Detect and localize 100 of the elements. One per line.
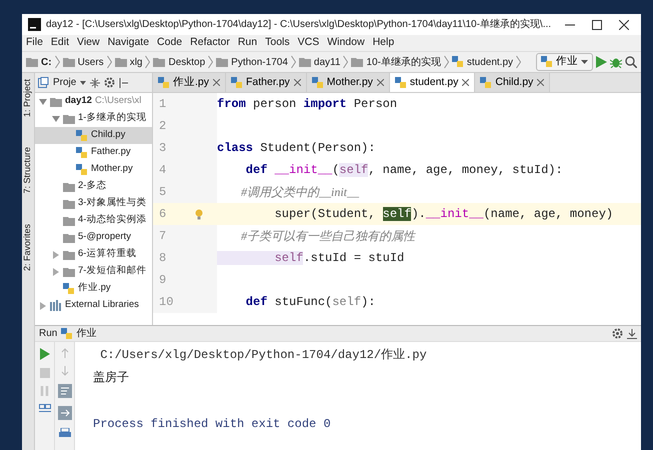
folder-icon bbox=[63, 232, 75, 244]
console-line: 盖房子 bbox=[93, 370, 130, 387]
editor-tab[interactable]: Mother.py bbox=[306, 73, 390, 92]
soft-wrap-icon[interactable] bbox=[58, 384, 72, 398]
code-line: super(Student, self).__init__(name, age, money) bbox=[274, 206, 614, 223]
folder-icon bbox=[63, 198, 75, 210]
code-line: from person import Person bbox=[217, 96, 398, 113]
collapsed-arrow-icon[interactable] bbox=[52, 268, 60, 276]
hide-panel-icon[interactable] bbox=[627, 328, 637, 338]
menu-item[interactable]: Help bbox=[372, 35, 394, 51]
folder-icon bbox=[63, 248, 75, 260]
bug-icon[interactable] bbox=[610, 56, 622, 68]
collapse-icon[interactable] bbox=[90, 78, 100, 88]
expanded-arrow-icon[interactable] bbox=[52, 114, 60, 122]
breadcrumb-item[interactable]: student.py bbox=[466, 54, 514, 70]
tool-window-tab[interactable]: 7: Structure bbox=[21, 147, 35, 194]
close-icon[interactable] bbox=[462, 79, 470, 86]
tree-label: 4-动态给实例添 bbox=[78, 213, 146, 228]
chevron-icon bbox=[106, 55, 112, 69]
gear-icon[interactable] bbox=[104, 77, 116, 88]
folder-icon bbox=[62, 56, 75, 68]
python-file-icon bbox=[76, 164, 88, 176]
editor-tab[interactable]: student.py bbox=[390, 73, 476, 92]
chevron-icon bbox=[343, 55, 348, 69]
menu-item[interactable]: Navigate bbox=[108, 35, 150, 51]
line-number: 10 bbox=[159, 294, 174, 311]
folder-icon bbox=[63, 112, 75, 124]
tree-item[interactable]: 3-对象属性与类 bbox=[35, 195, 152, 212]
collapsed-arrow-icon[interactable] bbox=[39, 302, 47, 310]
library-icon bbox=[50, 300, 62, 312]
breadcrumb-item[interactable]: xlg bbox=[130, 54, 142, 70]
tree-item[interactable]: Mother.py bbox=[35, 161, 152, 178]
tree-item[interactable]: 2-多态 bbox=[35, 178, 152, 195]
scroll-to-end-icon[interactable] bbox=[58, 406, 72, 420]
tree-item[interactable]: Father.py bbox=[35, 144, 152, 161]
close-icon[interactable] bbox=[213, 79, 220, 86]
menu-item[interactable]: Window bbox=[327, 35, 365, 51]
tree-label: 5-@property bbox=[78, 230, 131, 244]
collapsed-arrow-icon[interactable] bbox=[52, 250, 60, 258]
tree-label: 1-多继承的实现 bbox=[78, 111, 146, 126]
folder-icon bbox=[26, 56, 38, 68]
close-icon[interactable] bbox=[376, 79, 384, 86]
menu-item[interactable]: File bbox=[26, 35, 43, 51]
menu-item[interactable]: Run bbox=[238, 35, 258, 51]
python-file-icon bbox=[452, 56, 464, 68]
caret-icon[interactable] bbox=[80, 80, 86, 84]
close-icon[interactable] bbox=[537, 79, 544, 86]
panel-title[interactable]: Proje bbox=[53, 75, 76, 90]
tree-item[interactable]: 6-运算符重载 bbox=[35, 246, 152, 263]
tool-window-tab[interactable]: 2: Favorites bbox=[21, 224, 35, 271]
tree-label: External Libraries bbox=[65, 298, 139, 312]
tree-label: 作业.py bbox=[78, 281, 111, 296]
tree-label: 7-发短信和邮件 bbox=[78, 264, 146, 278]
editor-tab[interactable]: Child.py bbox=[475, 73, 550, 92]
menu-item[interactable]: View bbox=[77, 35, 100, 51]
breadcrumb-item[interactable]: Python-1704 bbox=[231, 54, 288, 70]
tree-item[interactable]: 7-发短信和邮件 bbox=[35, 263, 152, 280]
tree-label: Mother.py bbox=[91, 162, 133, 176]
run-config-dropdown[interactable]: 作业 bbox=[536, 53, 593, 71]
tree-item[interactable]: 5-@property bbox=[35, 229, 152, 246]
editor-tab[interactable]: 作业.py bbox=[153, 73, 226, 92]
folder-icon bbox=[63, 180, 75, 192]
menu-item[interactable]: Edit bbox=[50, 35, 70, 51]
menu-item[interactable]: VCS bbox=[298, 35, 320, 51]
line-number: 2 bbox=[159, 118, 166, 135]
layout-icon[interactable] bbox=[38, 404, 50, 414]
breadcrumb-item[interactable]: 10-单继承的实现 bbox=[366, 54, 441, 70]
tree-item[interactable]: 1-多继承的实现 bbox=[35, 110, 152, 127]
breadcrumb-item[interactable]: Users bbox=[78, 54, 104, 70]
tree-item[interactable]: Child.py bbox=[35, 127, 152, 144]
line-number: 7 bbox=[159, 228, 166, 245]
tree-item[interactable]: day12 C:\Users\xl bbox=[35, 93, 152, 110]
chevron-icon bbox=[208, 55, 214, 69]
menu-item[interactable]: Refactor bbox=[190, 35, 230, 51]
run-icon[interactable] bbox=[596, 56, 607, 68]
menu-item[interactable]: Tools bbox=[265, 35, 290, 51]
run-icon[interactable] bbox=[40, 348, 50, 360]
breadcrumb-item[interactable]: Desktop bbox=[168, 54, 206, 70]
app-logo-icon bbox=[28, 18, 41, 31]
editor-tab[interactable]: Father.py bbox=[226, 73, 307, 92]
tree-item[interactable]: 作业.py bbox=[35, 280, 152, 297]
code-line: def stuFunc(self): bbox=[244, 294, 376, 311]
menu-item[interactable]: Code bbox=[157, 35, 182, 51]
line-number: 3 bbox=[159, 140, 166, 157]
lightbulb-icon bbox=[195, 208, 203, 220]
chevron-icon bbox=[290, 55, 296, 69]
path-label: C:\Users\xl bbox=[94, 94, 142, 108]
close-icon[interactable] bbox=[294, 79, 301, 86]
gear-icon[interactable] bbox=[612, 328, 623, 339]
breadcrumb-item[interactable]: C: bbox=[41, 54, 52, 70]
expanded-arrow-icon[interactable] bbox=[39, 98, 47, 106]
line-number: 5 bbox=[159, 184, 166, 201]
print-icon[interactable] bbox=[58, 428, 70, 439]
breadcrumb-item[interactable]: day11 bbox=[314, 54, 340, 70]
hide-panel-icon[interactable] bbox=[119, 78, 128, 88]
tool-window-tab[interactable]: 1: Project bbox=[21, 79, 35, 118]
tree-item[interactable]: 4-动态给实例添 bbox=[35, 212, 152, 229]
tree-item[interactable]: External Libraries bbox=[35, 297, 152, 314]
search-icon[interactable] bbox=[625, 56, 637, 68]
tree-label: 3-对象属性与类 bbox=[78, 196, 146, 210]
